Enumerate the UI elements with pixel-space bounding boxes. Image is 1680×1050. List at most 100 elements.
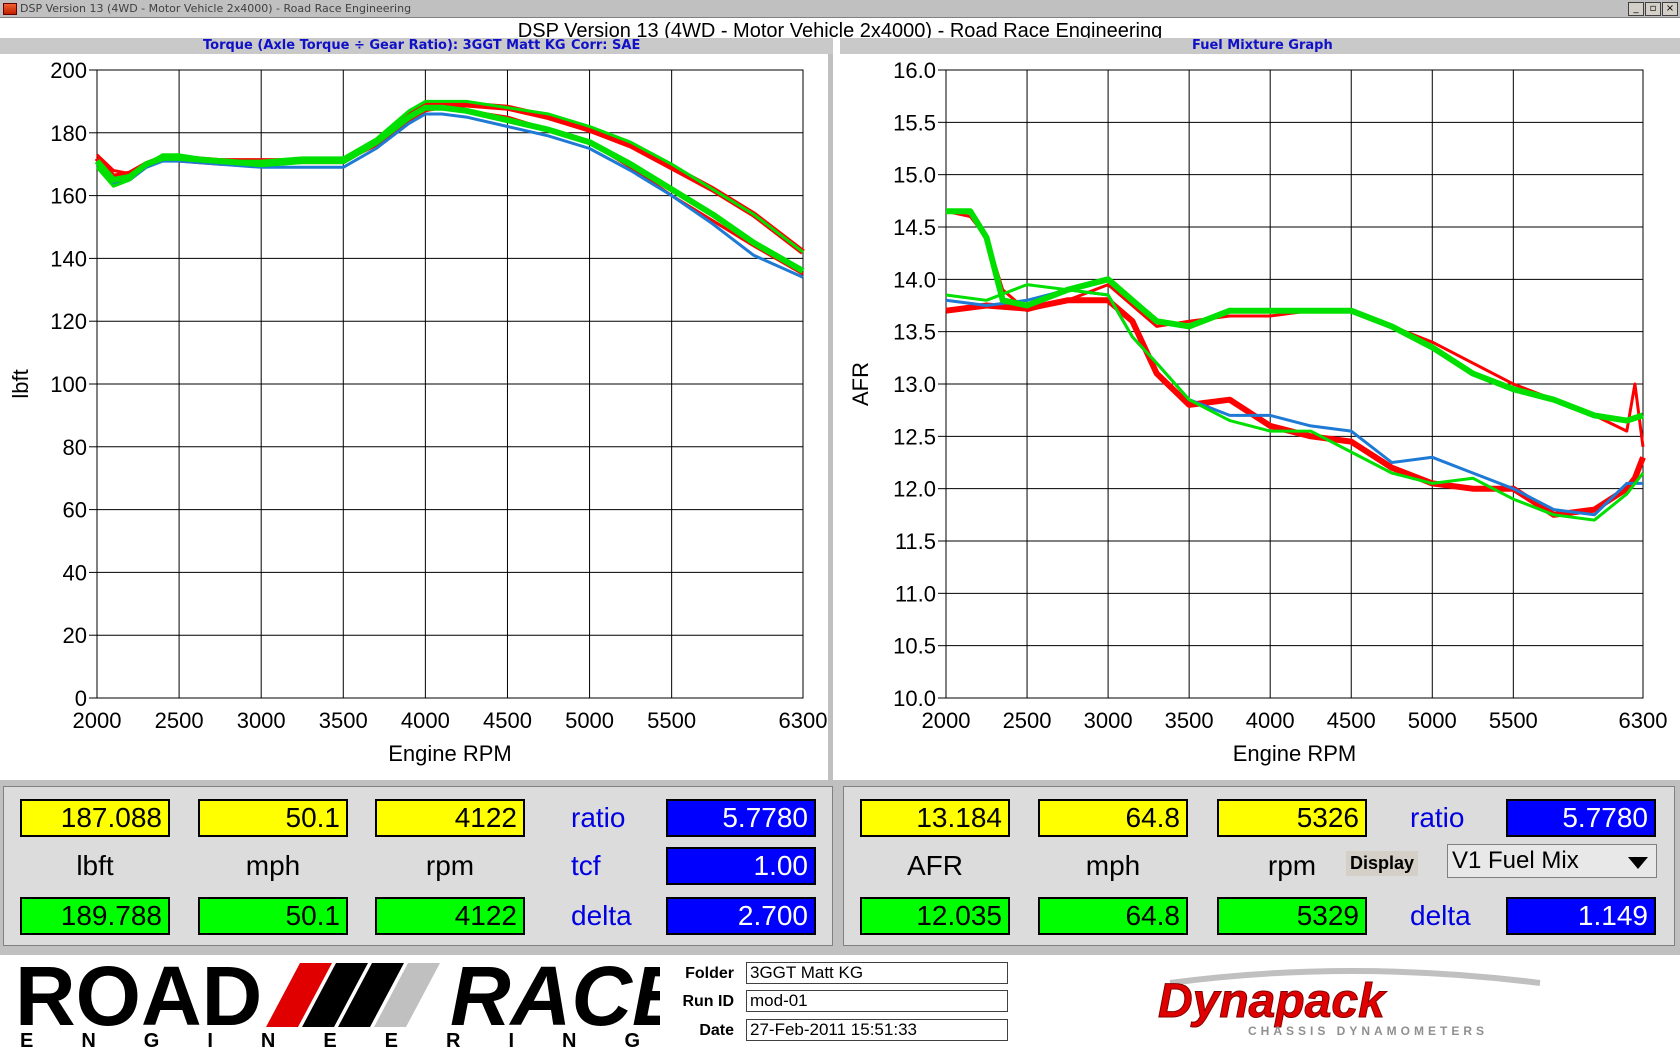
tcf-value: 1.00 — [666, 847, 816, 885]
tcf-label: tcf — [571, 850, 601, 881]
torque-y-tick-label: 0 — [75, 686, 87, 711]
delta-value: 2.700 — [666, 897, 816, 935]
torque-x-tick-label: 3000 — [237, 708, 286, 733]
afr-y-tick-label: 15.0 — [893, 163, 936, 188]
torque-series-line — [95, 99, 804, 254]
delta-label: delta — [571, 900, 632, 931]
afr-y-tick-label: 10.0 — [893, 686, 936, 711]
torque-series-line — [94, 104, 805, 274]
afr-x-tick-label: 5000 — [1408, 708, 1457, 733]
close-button[interactable]: × — [1662, 2, 1678, 16]
torque-x-axis-label: Engine RPM — [388, 741, 512, 766]
torque-y-tick-label: 100 — [50, 372, 87, 397]
afr-series-line — [945, 283, 1645, 522]
torque-x-tick-label: 6300 — [779, 708, 828, 733]
rpm-unit-label: rpm — [1267, 850, 1317, 881]
afr-x-tick-label: 4000 — [1246, 708, 1295, 733]
display-select[interactable]: V1 Fuel Mix — [1447, 844, 1657, 878]
afr-chart: 2000 2500 3000 3500 4000 4500 5000 5500 6300 10.0… — [848, 58, 1668, 766]
afr-cursor-value: 13.184 — [860, 799, 1010, 837]
torque-y-tick-label: 160 — [50, 184, 87, 209]
mph-peak-value: 50.1 — [198, 897, 348, 935]
afr-y-tick-label: 10.5 — [893, 634, 936, 659]
torque-chart-header: Torque (Axle Torque ÷ Gear Ratio): 3GGT … — [0, 38, 833, 54]
afr-y-axis-label: AFR — [848, 362, 873, 406]
maximize-button[interactable]: ▫ — [1645, 2, 1661, 16]
ratio-label: ratio — [1410, 802, 1465, 833]
torque-x-tick-label: 3500 — [319, 708, 368, 733]
mph-unit-label: mph — [245, 850, 301, 881]
minimize-button[interactable]: _ — [1628, 2, 1644, 16]
rpm-cursor-value: 4122 — [375, 799, 525, 837]
logo-tagline: CHASSIS DYNAMOMETERS — [1248, 1024, 1488, 1038]
afr-y-tick-label: 12.5 — [893, 424, 936, 449]
app-title: DSP Version 13 (4WD - Motor Vehicle 2x40… — [517, 20, 1163, 39]
mph-peak-value: 64.8 — [1038, 897, 1188, 935]
app-icon — [3, 3, 17, 15]
folder-field: 3GGT Matt KG — [746, 962, 1008, 984]
mph-cursor-value: 50.1 — [198, 799, 348, 837]
torque-y-tick-label: 180 — [50, 121, 87, 146]
rpm-peak-value: 5329 — [1217, 897, 1367, 935]
rpm-peak-value: 4122 — [375, 897, 525, 935]
torque-x-tick-label: 4500 — [483, 708, 532, 733]
afr-y-tick-label: 16.0 — [893, 58, 936, 83]
afr-x-tick-label: 2000 — [922, 708, 971, 733]
torque-chart: 2000 2500 3000 3500 4000 4500 5000 5500 6300 0 20 4… — [8, 58, 828, 766]
delta-value: 1.149 — [1506, 897, 1656, 935]
torque-peak-value: 189.788 — [20, 897, 170, 935]
run-id-label: Run ID — [682, 993, 734, 1010]
afr-chart-header: Fuel Mixture Graph — [840, 38, 1680, 54]
afr-x-tick-label: 2500 — [1003, 708, 1052, 733]
afr-y-tick-label: 15.5 — [893, 110, 936, 135]
afr-x-axis-label: Engine RPM — [1233, 741, 1357, 766]
chevron-down-icon — [1628, 857, 1648, 869]
display-selected-value: V1 Fuel Mix — [1452, 847, 1579, 874]
rpm-cursor-value: 5326 — [1217, 799, 1367, 837]
afr-unit-label: AFR — [907, 850, 963, 881]
afr-x-tick-label: 3500 — [1165, 708, 1214, 733]
folder-label: Folder — [685, 965, 734, 982]
afr-x-tick-label: 6300 — [1619, 708, 1668, 733]
torque-y-tick-label: 40 — [63, 560, 87, 585]
afr-y-tick-label: 11.5 — [895, 529, 936, 554]
torque-y-axis-label: lbft — [8, 369, 33, 398]
torque-x-tick-label: 2000 — [73, 708, 122, 733]
torque-chart-corr: Corr: SAE — [571, 38, 641, 53]
afr-y-tick-label: 14.5 — [893, 215, 936, 240]
afr-x-tick-label: 5500 — [1489, 708, 1538, 733]
logo-stripes — [266, 963, 440, 1027]
afr-chart-title: Fuel Mixture Graph — [1192, 38, 1333, 53]
afr-series-line — [945, 297, 1646, 518]
window-title: DSP Version 13 (4WD - Motor Vehicle 2x40… — [20, 2, 412, 15]
torque-y-tick-label: 140 — [50, 246, 87, 271]
torque-y-tick-label: 80 — [63, 435, 87, 460]
mph-cursor-value: 64.8 — [1038, 799, 1188, 837]
afr-y-tick-label: 13.0 — [893, 372, 936, 397]
rpm-unit-label: rpm — [425, 850, 475, 881]
torque-y-tick-label: 20 — [63, 623, 87, 648]
ratio-value: 5.7780 — [1506, 799, 1656, 837]
torque-cursor-value: 187.088 — [20, 799, 170, 837]
torque-x-tick-label: 5000 — [565, 708, 614, 733]
afr-readouts: 13.184 64.8 5326 AFR mph rpm 12.035 64.8… — [843, 786, 1675, 946]
footer: ROAD RACE ENGINEERING Folder 3GGT Matt K… — [0, 955, 1680, 1050]
torque-x-tick-label: 4000 — [401, 708, 450, 733]
torque-readouts: 187.088 50.1 4122 lbft mph rpm 189.788 5… — [3, 786, 833, 946]
afr-y-tick-label: 11.0 — [895, 581, 936, 606]
torque-y-tick-label: 120 — [50, 309, 87, 334]
delta-label: delta — [1410, 900, 1471, 931]
date-field: 27-Feb-2011 15:51:33 — [746, 1019, 1008, 1041]
logo-word-dynapack: Dynapack — [1158, 975, 1387, 1028]
torque-unit-label: lbft — [76, 850, 114, 881]
date-label: Date — [699, 1022, 734, 1039]
torque-x-tick-label: 5500 — [647, 708, 696, 733]
afr-x-tick-label: 3000 — [1084, 708, 1133, 733]
display-label: Display — [1346, 851, 1419, 876]
window-title-bar: DSP Version 13 (4WD - Motor Vehicle 2x40… — [0, 0, 1680, 18]
torque-y-tick-label: 60 — [63, 498, 87, 523]
readout-area: 187.088 50.1 4122 lbft mph rpm 189.788 5… — [0, 780, 1680, 955]
torque-y-tick-label: 200 — [50, 58, 87, 83]
afr-series-line — [945, 288, 1643, 517]
afr-y-tick-label: 13.5 — [893, 320, 936, 345]
